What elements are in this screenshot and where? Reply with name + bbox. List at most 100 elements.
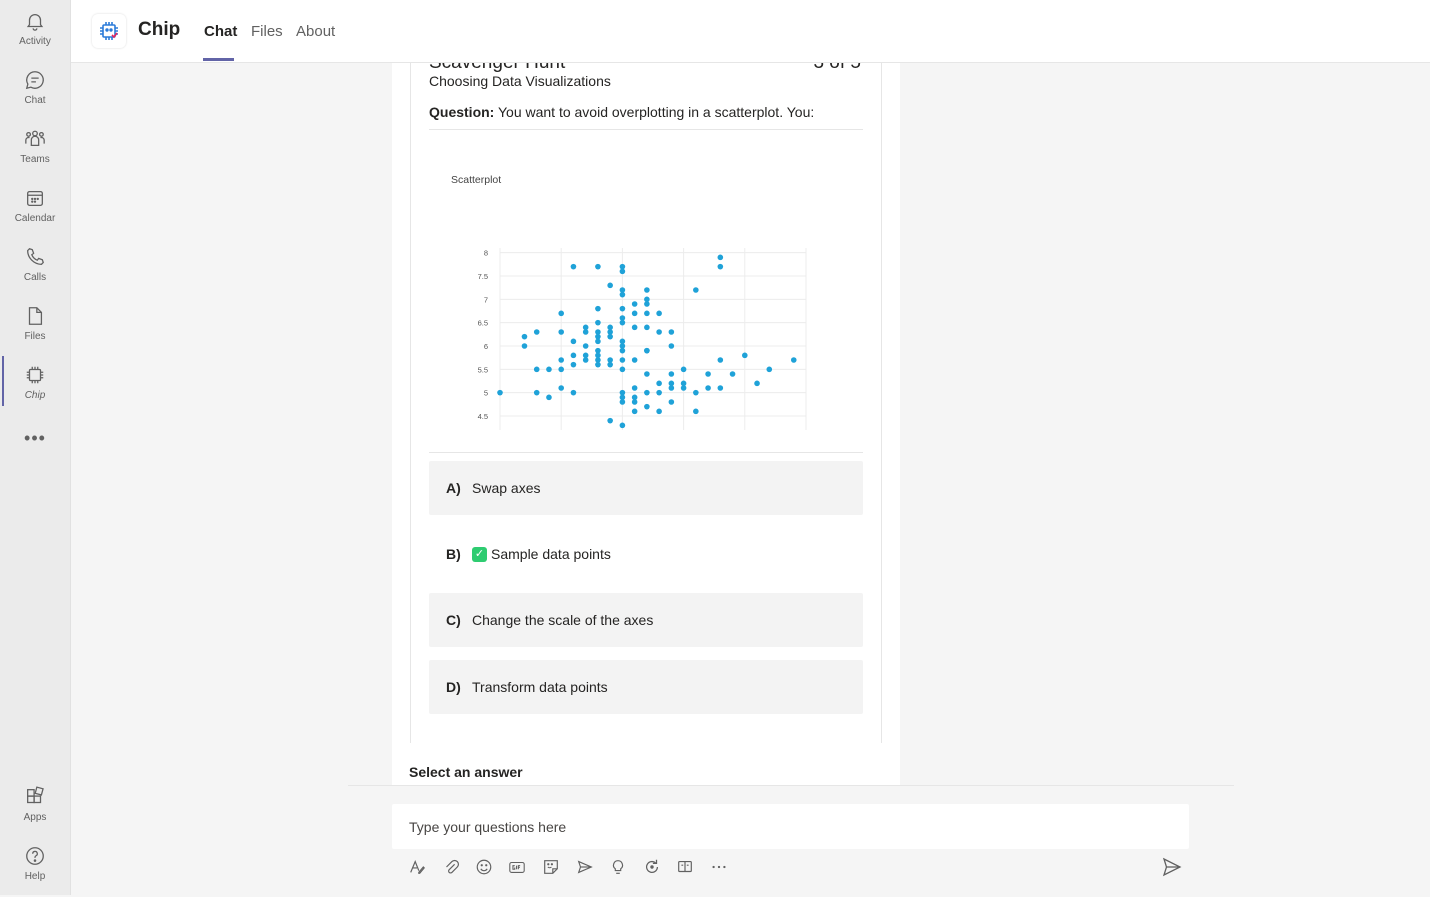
option-a[interactable]: A) Swap axes <box>429 461 863 515</box>
scatter-point <box>619 343 626 349</box>
rail-item-calendar[interactable]: Calendar <box>0 187 70 239</box>
gif-icon[interactable] <box>507 857 527 877</box>
tab-chat[interactable]: Chat <box>204 23 237 40</box>
option-letter: B) <box>446 546 461 562</box>
praise-icon[interactable] <box>608 857 628 877</box>
scatter-point <box>656 329 662 335</box>
teams-icon <box>25 130 45 147</box>
bell-icon <box>26 14 44 31</box>
rail-item-calls[interactable]: Calls <box>0 246 70 298</box>
scatter-point <box>533 329 540 335</box>
chip-icon <box>26 366 44 384</box>
rail-label: Calendar <box>14 213 56 224</box>
scatter-point <box>668 385 675 391</box>
phone-icon <box>27 248 44 265</box>
option-b[interactable]: B) ✓ Sample data points <box>429 527 863 581</box>
quiz-progress: 3 of 5 <box>813 63 861 74</box>
scatter-point <box>680 385 687 391</box>
loop-icon[interactable] <box>642 857 662 877</box>
scatter-point <box>558 310 564 317</box>
scatter-point <box>656 310 662 317</box>
scatterplot-chart: Scatterplot 2 2.5 3 3.5 4 4.5 4.5 5 5.5 6 6.5 7 7.5 8 <box>429 140 863 448</box>
scatter-point <box>497 389 503 396</box>
option-letter: A) <box>446 480 461 496</box>
scatter-point <box>631 408 638 415</box>
chart-grid <box>499 248 807 430</box>
tab-files[interactable]: Files <box>251 23 283 40</box>
scatter-point <box>607 282 613 289</box>
more-apps-icon[interactable]: ••• <box>0 428 70 448</box>
scatter-point <box>668 399 675 405</box>
check-icon: ✓ <box>472 546 487 562</box>
scatter-point <box>644 324 650 331</box>
scatter-point <box>656 380 662 387</box>
rail-item-teams[interactable]: Teams <box>0 128 70 180</box>
scatter-point <box>693 408 699 415</box>
scatter-point <box>582 357 589 363</box>
tab-about[interactable]: About <box>296 23 335 40</box>
scatter-point <box>582 329 589 335</box>
apps-icon <box>27 786 44 804</box>
rail-label: Apps <box>23 812 47 823</box>
option-d[interactable]: D) Transform data points <box>429 660 863 714</box>
rail-item-activity[interactable]: Activity <box>0 10 70 62</box>
file-icon <box>28 307 43 325</box>
attach-icon[interactable] <box>441 857 461 877</box>
question-label: Question: <box>429 104 495 120</box>
rail-item-help[interactable]: Help <box>0 845 70 897</box>
scatter-point <box>668 343 675 349</box>
option-c[interactable]: C) Change the scale of the axes <box>429 593 863 647</box>
y-tick-label: 5 <box>484 389 488 398</box>
scatter-point <box>619 399 626 405</box>
rail-item-chip[interactable]: Chip <box>0 364 70 416</box>
divider <box>348 785 1234 786</box>
more-options-icon[interactable] <box>709 857 729 877</box>
format-icon[interactable] <box>407 857 427 877</box>
send-icon[interactable] <box>1161 856 1183 878</box>
scatter-point <box>595 263 601 270</box>
scatter-point <box>595 338 601 345</box>
rail-item-files[interactable]: Files <box>0 305 70 357</box>
scatter-point <box>668 371 675 377</box>
scatter-point <box>705 371 711 377</box>
scatter-point <box>595 347 601 354</box>
scatter-point <box>790 357 797 363</box>
scatter-point <box>705 385 711 391</box>
scatter-point <box>607 361 613 368</box>
question-body: You want to avoid overplotting in a scat… <box>494 104 815 120</box>
rail-item-apps[interactable]: Apps <box>0 786 70 838</box>
quiz-card: Scavenger Hunt 3 of 5 Choosing Data Visu… <box>410 63 882 785</box>
chart-ticks: 2 2.5 3 3.5 4 4.5 4.5 5 5.5 6 6.5 7 7.5 8 <box>478 249 812 448</box>
active-tab-indicator <box>203 58 234 61</box>
y-tick-label: 6.5 <box>478 319 488 328</box>
rail-label: Activity <box>19 36 51 47</box>
stream-icon[interactable] <box>675 857 695 877</box>
emoji-icon[interactable] <box>474 857 494 877</box>
scatter-point <box>766 366 773 373</box>
sticker-icon[interactable] <box>541 857 561 877</box>
app-title: Chip <box>138 19 181 40</box>
scatter-point <box>533 389 540 396</box>
scatter-point <box>570 389 577 396</box>
scatter-point <box>644 287 650 293</box>
option-text: Transform data points <box>472 679 608 695</box>
scatter-point <box>607 329 613 335</box>
scatter-point <box>570 263 577 270</box>
scatter-point <box>631 310 638 317</box>
option-letter: C) <box>446 612 461 628</box>
scatter-point <box>619 357 626 363</box>
active-indicator <box>2 356 4 406</box>
scatterplot-svg: Scatterplot 2 2.5 3 3.5 4 4.5 4.5 5 5.5 6 6.5 7 7.5 8 <box>451 174 812 448</box>
y-tick-label: 8 <box>484 249 488 258</box>
chat-icon <box>25 71 44 90</box>
rail-label: Help <box>24 871 46 882</box>
scatter-point <box>644 371 650 377</box>
option-letter: D) <box>446 679 461 695</box>
message-input[interactable] <box>392 804 1189 849</box>
schedule-meeting-icon[interactable] <box>575 857 595 877</box>
scatter-point <box>619 366 626 373</box>
rail-item-chat[interactable]: Chat <box>0 69 70 121</box>
scatter-point <box>619 319 626 326</box>
scatter-point <box>521 333 528 340</box>
scatter-point <box>644 347 650 354</box>
